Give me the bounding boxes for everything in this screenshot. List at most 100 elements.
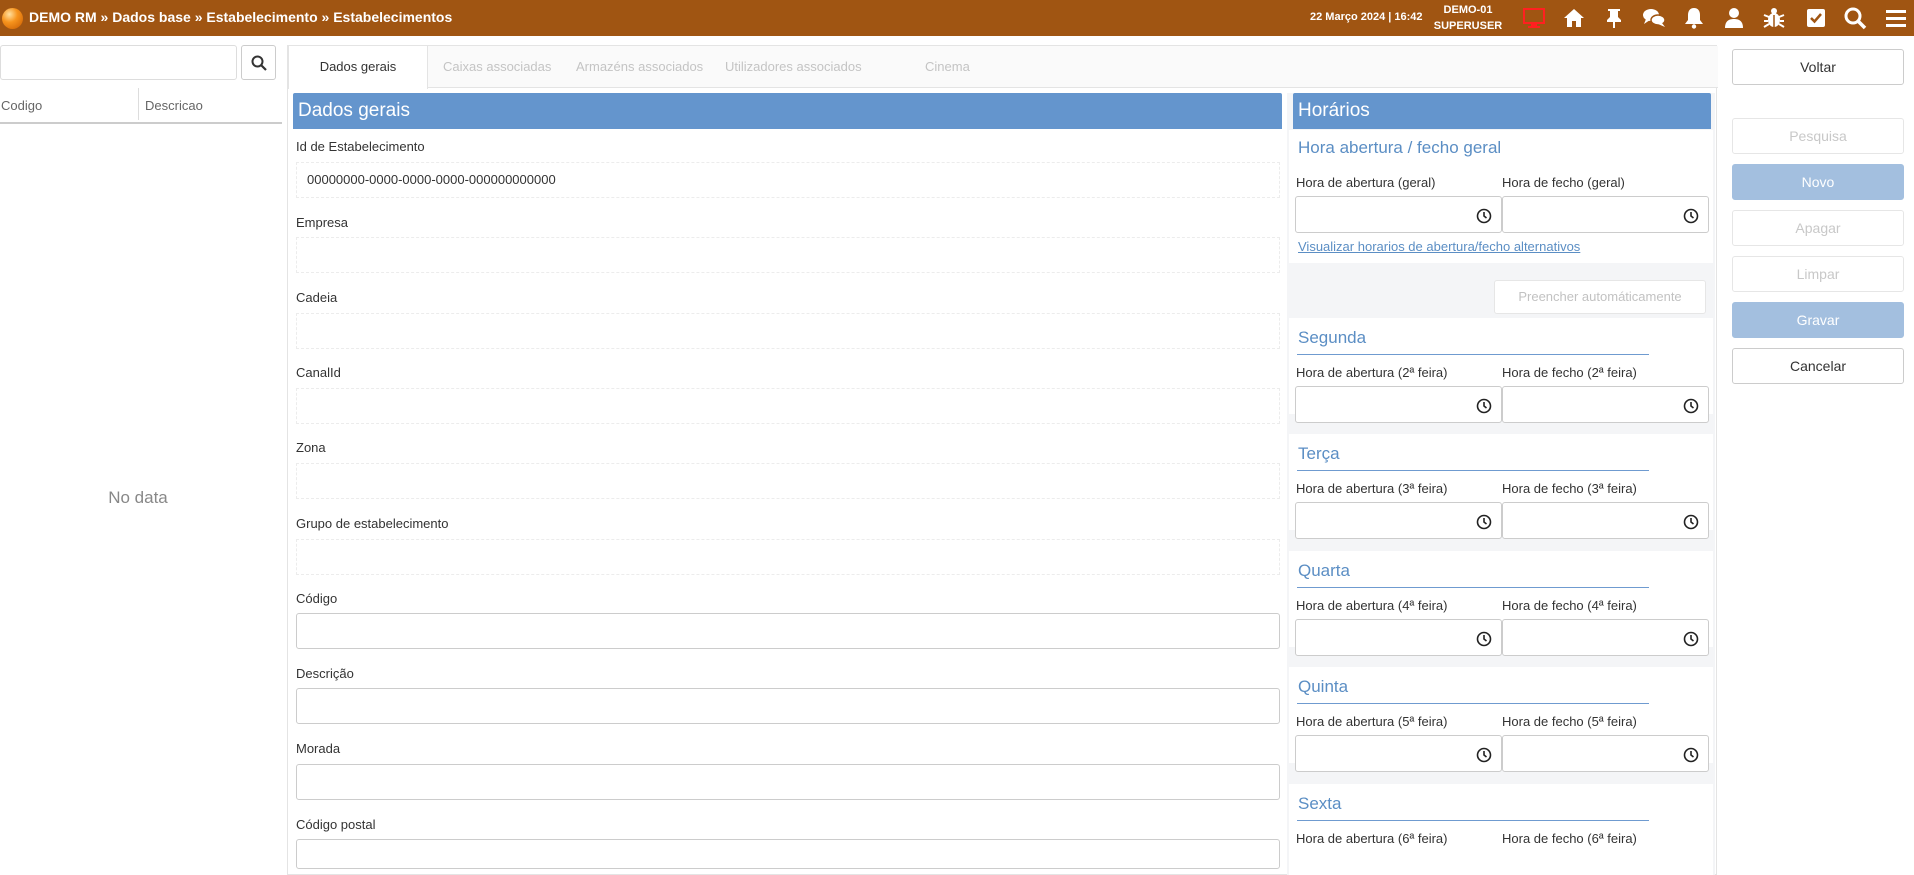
pesquisa-button[interactable]: Pesquisa <box>1732 118 1904 154</box>
day-title-underline <box>1297 703 1649 704</box>
day-close-label: Hora de fecho (5ª feira) <box>1502 714 1637 729</box>
tab-caixas-associadas[interactable]: Caixas associadas <box>443 46 551 88</box>
clock-icon[interactable] <box>1476 514 1492 530</box>
codigo-postal-input[interactable] <box>296 839 1280 869</box>
bug-icon[interactable] <box>1762 6 1786 30</box>
codigo-input[interactable] <box>296 613 1280 649</box>
day-open-time-input[interactable] <box>1295 386 1502 423</box>
clock-icon[interactable] <box>1683 631 1699 647</box>
voltar-button[interactable]: Voltar <box>1732 49 1904 85</box>
day-open-time-input[interactable] <box>1295 502 1502 539</box>
column-header-descricao[interactable]: Descricao <box>145 98 203 113</box>
bell-icon[interactable] <box>1682 6 1706 30</box>
zona-field <box>296 463 1280 499</box>
canal-label: CanalId <box>296 365 341 380</box>
day-close-label: Hora de fecho (6ª feira) <box>1502 831 1637 846</box>
day-close-time-input[interactable] <box>1502 502 1709 539</box>
clock-icon[interactable] <box>1476 631 1492 647</box>
search-icon[interactable] <box>1843 6 1867 30</box>
general-hours-title: Hora abertura / fecho geral <box>1298 138 1502 157</box>
day-title-underline <box>1297 354 1649 355</box>
general-data-header: Dados gerais <box>293 93 1282 129</box>
day-close-label: Hora de fecho (2ª feira) <box>1502 365 1637 380</box>
general-open-label: Hora de abertura (geral) <box>1296 175 1436 190</box>
id-label: Id de Estabelecimento <box>296 139 425 154</box>
tab-bar: Dados gerais Caixas associadas Armazéns … <box>288 46 1718 89</box>
clock-icon[interactable] <box>1683 747 1699 763</box>
menu-icon[interactable] <box>1884 6 1908 30</box>
home-icon[interactable] <box>1562 6 1586 30</box>
general-open-time-input[interactable] <box>1295 196 1502 233</box>
tab-dados-gerais[interactable]: Dados gerais <box>288 46 428 89</box>
day-title: Quinta <box>1298 677 1349 696</box>
day-close-label: Hora de fecho (3ª feira) <box>1502 481 1637 496</box>
date-time: 22 Março 2024 | 16:42 <box>1310 11 1423 23</box>
clock-icon[interactable] <box>1476 208 1492 224</box>
cadeia-field <box>296 313 1280 349</box>
limpar-button[interactable]: Limpar <box>1732 256 1904 292</box>
clock-icon[interactable] <box>1683 398 1699 414</box>
clock-icon[interactable] <box>1476 747 1492 763</box>
autofill-button[interactable]: Preencher automáticamente <box>1494 280 1706 314</box>
descricao-input[interactable] <box>296 688 1280 724</box>
apagar-button[interactable]: Apagar <box>1732 210 1904 246</box>
day-close-time-input[interactable] <box>1502 735 1709 772</box>
general-close-time-input[interactable] <box>1502 196 1709 233</box>
morada-input[interactable] <box>296 764 1280 800</box>
app-logo[interactable] <box>2 8 23 29</box>
codigo-postal-label: Código postal <box>296 817 376 832</box>
empty-list-message: No data <box>108 488 168 507</box>
tab-cinema[interactable]: Cinema <box>925 46 970 88</box>
list-search-input[interactable] <box>0 45 237 80</box>
clock-icon[interactable] <box>1683 208 1699 224</box>
codigo-label: Código <box>296 591 338 606</box>
canal-field <box>296 388 1280 424</box>
day-close-time-input[interactable] <box>1502 386 1709 423</box>
gravar-button[interactable]: Gravar <box>1732 302 1904 338</box>
day-title-underline <box>1297 587 1649 588</box>
clock-icon[interactable] <box>1683 514 1699 530</box>
day-open-label: Hora de abertura (6ª feira) <box>1296 831 1448 846</box>
empresa-field <box>296 237 1280 273</box>
day-title-underline <box>1297 820 1649 821</box>
day-box <box>1289 784 1713 875</box>
column-header-codigo[interactable]: Codigo <box>1 98 42 113</box>
list-search-button[interactable] <box>241 45 276 80</box>
day-open-time-input[interactable] <box>1295 735 1502 772</box>
day-title: Quarta <box>1298 561 1350 580</box>
day-title: Sexta <box>1298 794 1342 813</box>
day-open-label: Hora de abertura (5ª feira) <box>1296 714 1448 729</box>
list-panel: Codigo Descricao No data <box>0 36 286 875</box>
breadcrumb[interactable]: DEMO RM » Dados base » Estabelecimento »… <box>29 9 452 25</box>
day-open-label: Hora de abertura (2ª feira) <box>1296 365 1448 380</box>
user-role: SUPERUSER <box>1433 20 1503 32</box>
cancelar-button[interactable]: Cancelar <box>1732 348 1904 384</box>
general-close-label: Hora de fecho (geral) <box>1502 175 1625 190</box>
day-close-time-input[interactable] <box>1502 619 1709 656</box>
instance-name: DEMO-01 <box>1443 4 1493 16</box>
tab-utilizadores-associados[interactable]: Utilizadores associados <box>725 46 862 88</box>
user-icon[interactable] <box>1722 6 1746 30</box>
chat-icon[interactable] <box>1642 6 1666 30</box>
top-bar: DEMO RM » Dados base » Estabelecimento »… <box>0 0 1914 36</box>
day-close-label: Hora de fecho (4ª feira) <box>1502 598 1637 613</box>
day-title: Terça <box>1298 444 1340 463</box>
tab-armazens-associados[interactable]: Armazéns associados <box>576 46 703 88</box>
day-open-label: Hora de abertura (4ª feira) <box>1296 598 1448 613</box>
alternative-hours-link[interactable]: Visualizar horarios de abertura/fecho al… <box>1298 239 1580 254</box>
user-info: DEMO-01 SUPERUSER <box>1426 2 1510 34</box>
day-title: Segunda <box>1298 328 1367 347</box>
pin-icon[interactable] <box>1602 6 1626 30</box>
empresa-label: Empresa <box>296 215 349 230</box>
clock-icon[interactable] <box>1476 398 1492 414</box>
grupo-field <box>296 539 1280 575</box>
grupo-label: Grupo de estabelecimento <box>296 516 449 531</box>
search-icon <box>251 55 267 71</box>
day-open-time-input[interactable] <box>1295 619 1502 656</box>
morada-label: Morada <box>296 741 341 756</box>
novo-button[interactable]: Novo <box>1732 164 1904 200</box>
checkbox-icon[interactable] <box>1804 6 1828 30</box>
monitor-icon[interactable] <box>1522 6 1546 30</box>
day-title-underline <box>1297 470 1649 471</box>
column-divider <box>138 88 139 120</box>
